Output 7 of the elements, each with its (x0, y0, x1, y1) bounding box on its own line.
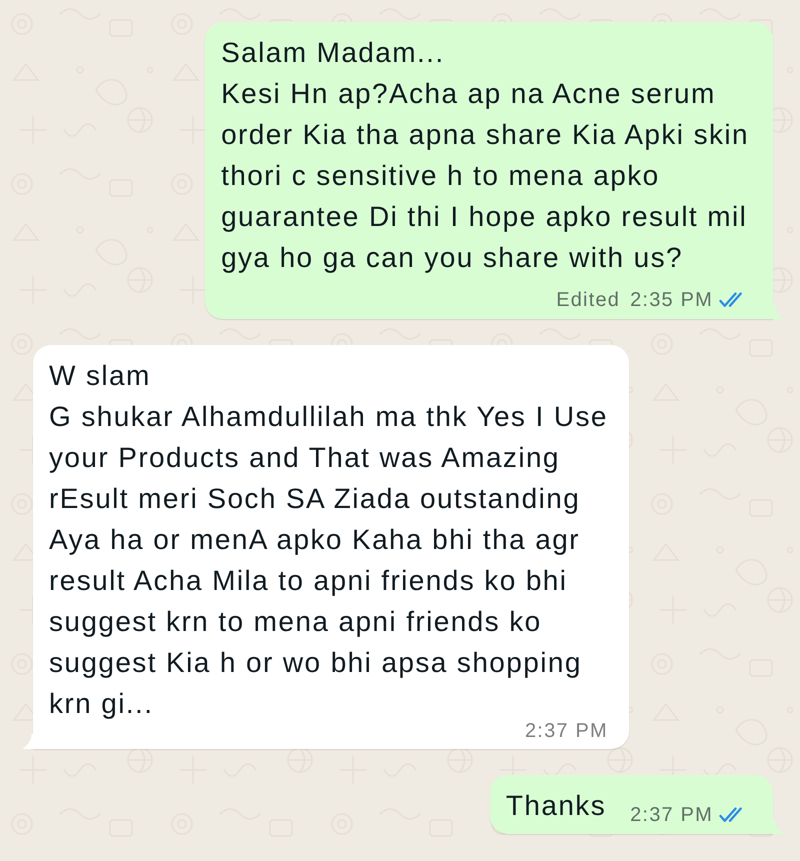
message-text: W slam G shukar Alhamdullilah ma thk Yes I Use your Products and That was Amazing rEsult meri Soch SA Ziada outstanding Aya ha or menA apko Kaha bhi tha agr result Acha Mila to apni friends ko bhi suggest krn to mena apni friends ko suggest Kia h or wo bhi apsa shopping krn gi... (49, 360, 608, 719)
message-time: 2:35 PM (630, 289, 713, 311)
message-time: 2:37 PM (524, 721, 608, 741)
message-text: Salam Madam... Kesi Hn ap?Acha ap na Acne serum order Kia tha apna share Kia Apki skin thori c sensitive h to mena apko guarantee Di thi I hope apko result mil gya ho ga can you share with us? (221, 37, 749, 273)
message-time: 2:37 PM (630, 804, 713, 826)
edited-label: Edited (556, 289, 620, 311)
message-text: Thanks (506, 790, 606, 821)
